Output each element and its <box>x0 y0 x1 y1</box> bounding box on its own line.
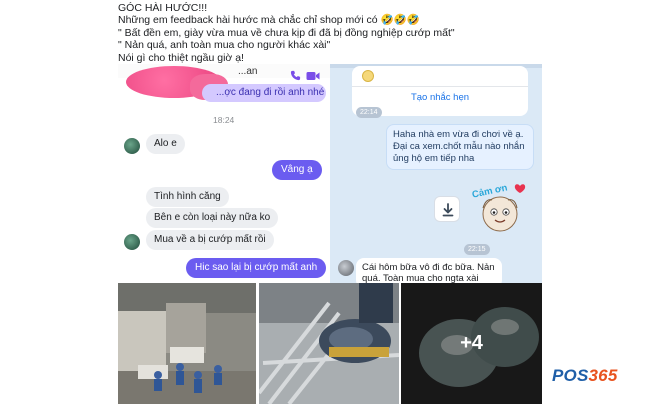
avatar <box>124 138 140 154</box>
message-timestamp: 18:24 <box>213 115 235 125</box>
download-icon <box>442 203 454 217</box>
message-bubble-incoming: Cái hôm bữa vô đi đc bữa. Nản quá. Toàn … <box>356 258 502 283</box>
divider <box>352 86 528 87</box>
warehouse-workers-photo[interactable] <box>118 283 256 404</box>
create-reminder-link[interactable]: Tạo nhắc hẹn <box>352 92 528 103</box>
message-bubble-outgoing: Vâng ạ <box>272 160 322 180</box>
caption-line: GÓC HÀI HƯỚC!!! <box>118 2 208 14</box>
logo-text: POS <box>552 366 589 385</box>
photo-graphic <box>118 283 256 404</box>
caption-line: " Nản quá, anh toàn mua cho người khác x… <box>118 39 331 52</box>
chat-screenshot-left[interactable]: ...an ...ợc đang đi rồi anh nhé 18:24 Al… <box>118 64 330 283</box>
avatar <box>124 234 140 250</box>
shoe-on-foot-photo[interactable] <box>259 283 399 404</box>
message-bubble-outgoing: ...ợc đang đi rồi anh nhé <box>202 84 326 102</box>
caption-line: Nói gì cho thiệt ngầu giờ ạ! <box>118 51 244 64</box>
download-button[interactable] <box>434 196 460 222</box>
shoes-closeup-photo[interactable]: +4 <box>401 283 542 404</box>
avatar <box>338 260 354 276</box>
message-timestamp: 22:14 <box>356 107 382 118</box>
caption-line: Những em feedback hài hước mà chắc chỉ s… <box>118 14 420 27</box>
post-root: GÓC HÀI HƯỚC!!! Những em feedback hài hư… <box>0 0 660 404</box>
message-bubble-outgoing: Haha nhà em vừa đi chơi về ạ. Đại ca xem… <box>386 124 534 170</box>
message-bubble-incoming: Bên e còn loại này nữa ko <box>146 208 279 228</box>
message-bubble-incoming: Mua về a bị cướp mất rồi <box>146 230 274 250</box>
chat-screenshot-right[interactable]: Tạo nhắc hẹn 22:14 Haha nhà em vừa đi ch… <box>330 64 542 283</box>
logo-text: 365 <box>588 366 618 385</box>
message-timestamp: 22:15 <box>464 244 490 255</box>
more-photos-count[interactable]: +4 <box>401 283 542 404</box>
caption-line: " Bất đền em, giày vừa mua về chưa kịp đ… <box>118 26 455 39</box>
message-bubble-incoming: Alo e <box>146 134 185 154</box>
emoji-icon <box>362 70 374 82</box>
message-bubble-incoming: Tình hình căng <box>146 187 229 207</box>
contact-name: ...an <box>238 66 258 77</box>
post-caption: GÓC HÀI HƯỚC!!! Những em feedback hài hư… <box>118 2 548 64</box>
message-bubble-outgoing: Hic sao lại bị cướp mất anh <box>186 258 327 278</box>
photo-graphic <box>259 283 399 404</box>
brand-logo: POS365 <box>552 366 617 390</box>
thank-you-sticker: Cảm ơn <box>471 182 526 232</box>
